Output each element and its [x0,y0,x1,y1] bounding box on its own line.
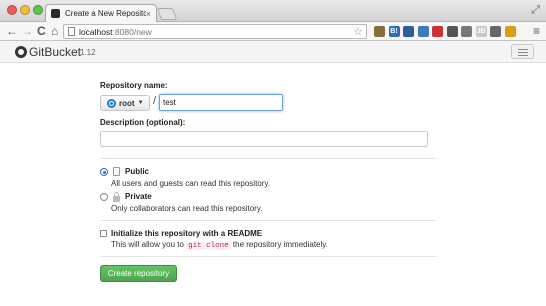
owner-repo-separator: / [153,95,157,107]
page-icon [68,27,75,36]
extension-1-icon[interactable] [374,26,385,37]
browser-titlebar: Create a New Repository × ⤢ [0,0,546,22]
new-tab-button[interactable] [156,8,178,20]
close-window-button[interactable] [7,5,17,15]
extension-4-icon[interactable] [417,26,429,37]
tab-title: Create a New Repository [65,9,146,18]
divider [100,158,437,159]
extension-gear-icon[interactable] [446,26,458,37]
browser-tab-active[interactable]: Create a New Repository × [45,4,157,22]
url-host: localhost [79,26,113,37]
repo-book-icon [113,167,120,176]
chrome-menu-icon[interactable]: ≡ [533,24,540,38]
extension-mail-icon[interactable] [432,26,443,37]
back-arrow-icon[interactable]: ← [6,24,18,38]
forward-arrow-icon[interactable]: → [21,24,33,38]
browser-toolbar: ← → C ⌂ localhost:8080/new ☆ B! JB ≡ [0,22,546,41]
extension-3-icon[interactable] [403,26,414,37]
hamburger-line [518,55,528,56]
gitbucket-logo-icon[interactable] [15,46,27,58]
divider [100,256,437,257]
minimize-window-button[interactable] [20,5,30,15]
chevron-down-icon: ▼ [137,100,144,106]
hamburger-line [518,49,528,50]
repository-name-input[interactable] [159,94,283,111]
description-input[interactable] [100,131,428,147]
home-icon[interactable]: ⌂ [51,24,58,38]
private-radio[interactable] [100,193,108,201]
owner-dropdown[interactable]: root ▼ [100,95,150,111]
owner-name: root [119,98,135,108]
nav-toggle-button[interactable] [511,44,534,59]
zoom-window-button[interactable] [33,5,43,15]
github-favicon-icon [51,9,60,18]
extension-badge-icon[interactable] [504,26,516,37]
readme-checkbox[interactable] [100,230,107,237]
owner-avatar-icon [107,98,116,108]
readme-option-title[interactable]: Initialize this repository with a README [111,229,262,238]
extension-b-icon[interactable]: B! [388,26,400,37]
fullscreen-icon[interactable]: ⤢ [531,4,540,17]
gitbucket-header: GitBucket 1.12 [0,41,546,63]
readme-desc-before: This will allow you to [111,240,184,249]
reload-icon[interactable]: C [37,24,46,38]
public-radio[interactable] [100,168,108,176]
address-bar[interactable]: localhost:8080/new ☆ [63,24,367,39]
readme-desc-after: the repository immediately. [232,240,328,249]
private-option-title[interactable]: Private [125,192,152,201]
url-path: :8080/new [112,26,152,37]
extension-scroll-icon[interactable] [461,26,472,37]
lock-icon [113,192,120,202]
tab-close-icon[interactable]: × [146,9,151,19]
readme-option-description: This will allow you to git clone the rep… [111,240,328,250]
divider [100,220,437,221]
bookmark-star-icon[interactable]: ☆ [353,25,363,38]
extension-jb-icon[interactable]: JB [475,26,487,37]
create-repository-button[interactable]: Create repository [100,265,177,282]
public-option-description: All users and guests can read this repos… [111,179,271,188]
brand-name[interactable]: GitBucket [29,45,81,59]
description-label: Description (optional): [100,118,186,127]
git-clone-code: git clone [186,242,231,250]
version-label: 1.12 [80,48,96,57]
private-option-description: Only collaborators can read this reposit… [111,204,263,213]
repository-name-label: Repository name: [100,81,168,90]
extension-gear2-icon[interactable] [490,26,501,37]
hamburger-line [518,52,528,53]
public-option-title[interactable]: Public [125,167,149,176]
